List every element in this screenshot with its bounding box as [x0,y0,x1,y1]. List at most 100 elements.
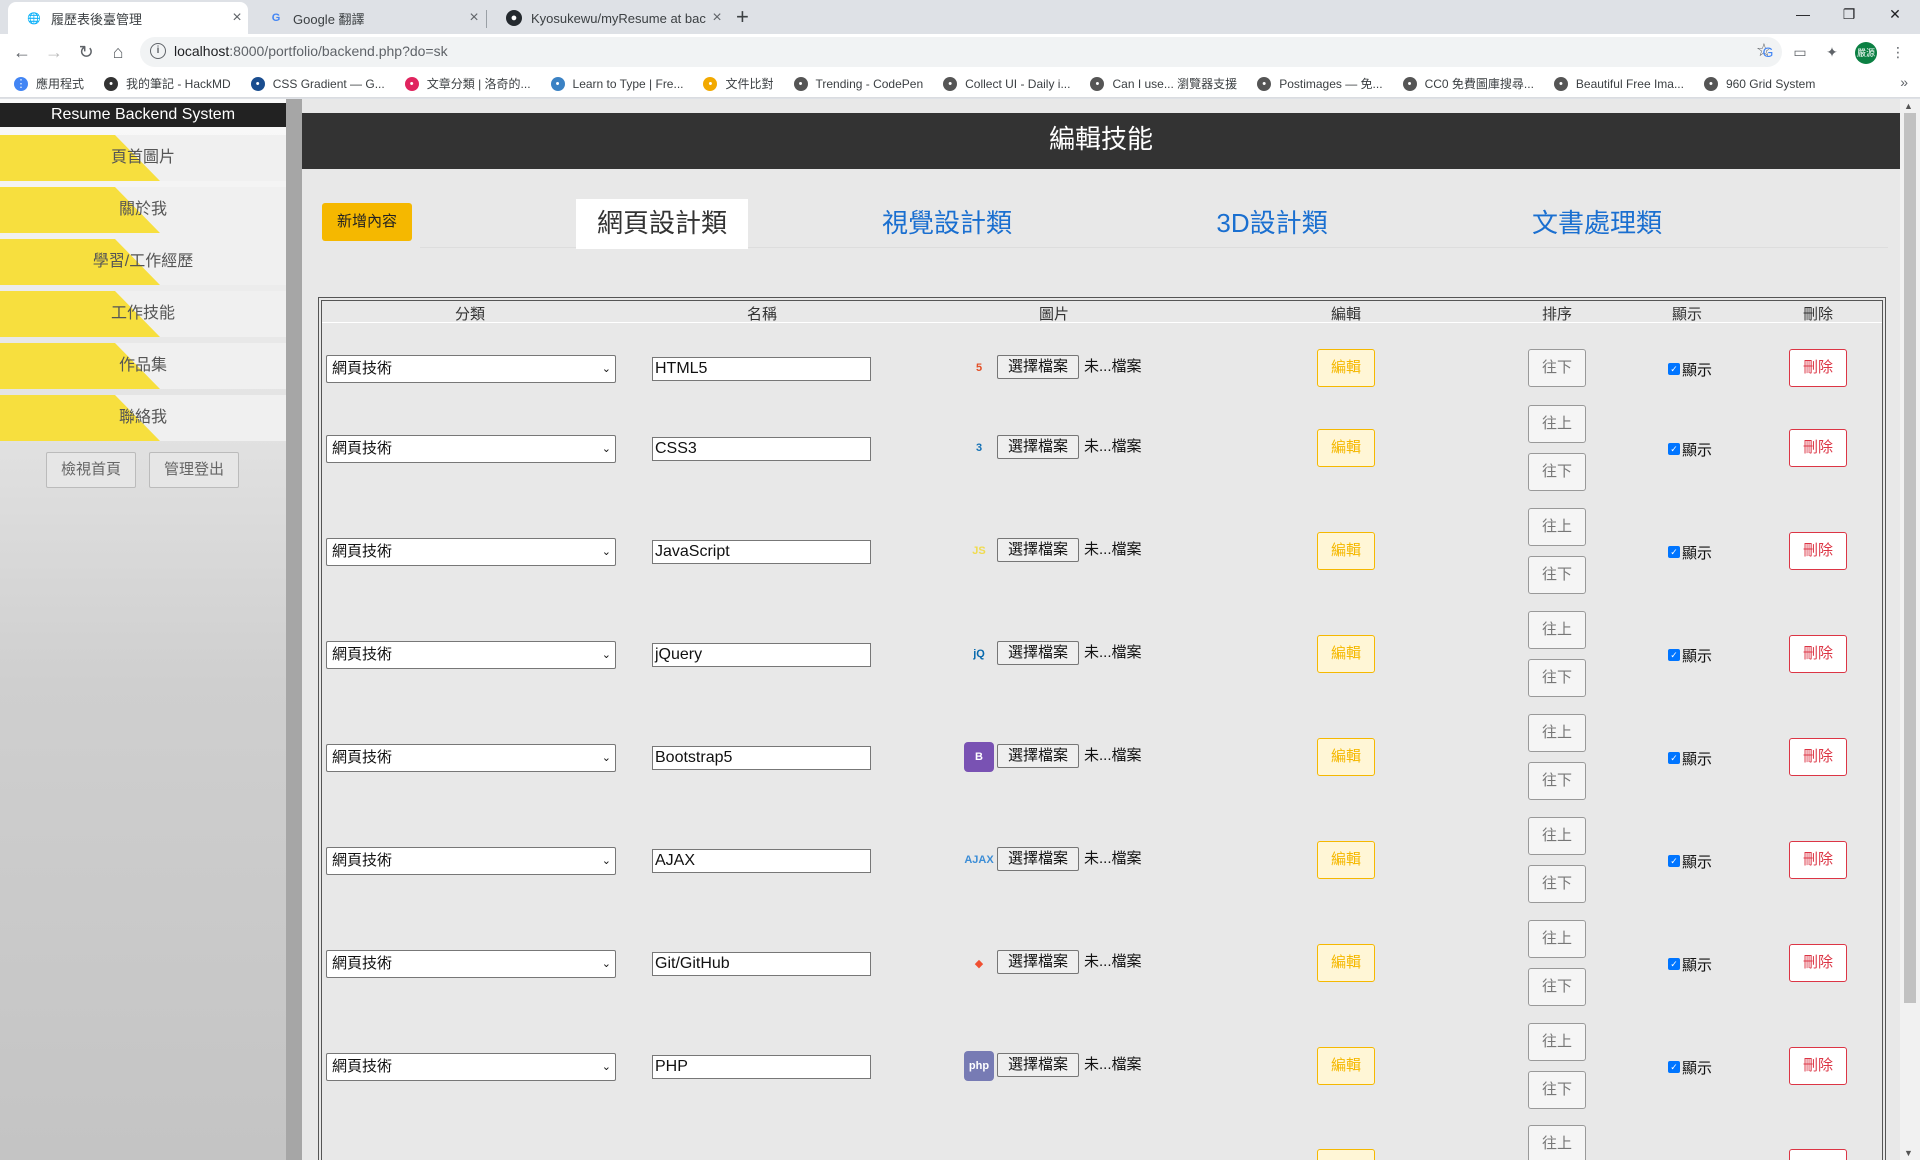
show-checkbox[interactable]: ✓ 顯示 [1668,952,1712,976]
close-window-icon[interactable]: ✕ [1872,0,1918,30]
bookmark-item[interactable]: • CC0 免費圖庫搜尋... [1402,75,1534,92]
edit-button[interactable]: 編輯 [1317,738,1375,776]
menu-kebab-icon[interactable]: ⋮ [1888,42,1908,62]
extensions-puzzle-icon[interactable]: ✦ [1822,42,1842,62]
choose-file-button[interactable]: 選擇檔案 [997,538,1079,562]
delete-button[interactable]: 刪除 [1789,841,1847,879]
choose-file-button[interactable]: 選擇檔案 [997,1053,1079,1077]
skill-name-input[interactable]: jQuery [652,643,871,667]
browser-tab-active[interactable]: 🌐 履歷表後臺管理 × [8,2,248,34]
sidebar-item-skills[interactable]: 工作技能 [0,291,286,337]
close-tab-icon[interactable]: × [226,9,248,27]
show-checkbox[interactable]: ✓ 顯示 [1668,849,1712,873]
tab-web-design[interactable]: 網頁設計類 [576,199,748,249]
cast-icon[interactable]: ▭ [1790,42,1810,62]
sidebar-item-header-image[interactable]: 頁首圖片 [0,135,286,181]
choose-file-button[interactable]: 選擇檔案 [997,435,1079,459]
sidebar-item-contact[interactable]: 聯絡我 [0,395,286,441]
bookmark-item[interactable]: • CSS Gradient — G... [250,76,385,91]
vertical-scrollbar[interactable]: ▲ ▼ [1900,99,1920,1160]
bookmark-item[interactable]: • Postimages — 免... [1257,75,1383,92]
move-up-button[interactable]: 往上 [1528,508,1586,546]
edit-button[interactable]: 編輯 [1317,944,1375,982]
move-down-button[interactable]: 往下 [1528,659,1586,697]
skill-name-input[interactable]: AJAX [652,849,871,873]
address-bar[interactable]: i localhost:8000/portfolio/backend.php?d… [140,37,1782,67]
bookmark-item[interactable]: ⋮ 應用程式 [14,75,84,92]
tab-document-processing[interactable]: 文書處理類 [1512,199,1682,249]
choose-file-button[interactable]: 選擇檔案 [997,355,1079,379]
choose-file-button[interactable]: 選擇檔案 [997,641,1079,665]
bookmark-item[interactable]: • 我的筆記 - HackMD [104,75,231,92]
category-select[interactable]: 網頁技術 ⌄ [326,355,616,383]
delete-button[interactable]: 刪除 [1789,738,1847,776]
show-checkbox[interactable]: ✓ 顯示 [1668,357,1712,381]
skill-name-input[interactable]: HTML5 [652,357,871,381]
browser-tab[interactable]: ● Kyosukewu/myResume at back × [488,2,728,34]
choose-file-button[interactable]: 選擇檔案 [997,744,1079,768]
bookmark-item[interactable]: • Collect UI - Daily i... [943,76,1070,91]
site-info-icon[interactable]: i [150,43,166,59]
show-checkbox[interactable]: ✓ 顯示 [1668,540,1712,564]
bookmark-item[interactable]: • Beautiful Free Ima... [1553,76,1684,91]
back-icon[interactable]: ← [10,40,34,64]
add-content-button[interactable]: 新增內容 [322,203,412,241]
skill-name-input[interactable]: JavaScript [652,540,871,564]
translate-extension-icon[interactable]: G [1758,42,1778,62]
logout-button[interactable]: 管理登出 [149,452,239,488]
move-up-button[interactable]: 往上 [1528,1125,1586,1160]
category-select[interactable]: 網頁技術 ⌄ [326,1053,616,1081]
edit-button[interactable]: 編輯 [1317,841,1375,879]
move-up-button[interactable]: 往上 [1528,920,1586,958]
category-select[interactable]: 網頁技術 ⌄ [326,435,616,463]
sidebar-item-about[interactable]: 關於我 [0,187,286,233]
edit-button[interactable]: 編輯 [1317,532,1375,570]
skill-name-input[interactable]: PHP [652,1055,871,1079]
move-down-button[interactable]: 往下 [1528,349,1586,387]
edit-button[interactable]: 編輯 [1317,1047,1375,1085]
scroll-down-icon[interactable]: ▼ [1904,1148,1913,1158]
show-checkbox[interactable]: ✓ 顯示 [1668,746,1712,770]
close-tab-icon[interactable]: × [706,9,728,27]
move-down-button[interactable]: 往下 [1528,968,1586,1006]
move-up-button[interactable]: 往上 [1528,405,1586,443]
delete-button[interactable]: 刪除 [1789,944,1847,982]
delete-button[interactable]: 刪除 [1789,429,1847,467]
sidebar-item-portfolio[interactable]: 作品集 [0,343,286,389]
choose-file-button[interactable]: 選擇檔案 [997,950,1079,974]
bookmark-item[interactable]: • 文件比對 [703,75,774,92]
move-up-button[interactable]: 往上 [1528,714,1586,752]
delete-button[interactable]: 刪除 [1789,1047,1847,1085]
sidebar-item-experience[interactable]: 學習/工作經歷 [0,239,286,285]
reload-icon[interactable]: ↻ [74,40,98,64]
category-select[interactable]: 網頁技術 ⌄ [326,744,616,772]
bookmark-item[interactable]: • 960 Grid System [1703,76,1815,91]
bookmark-item[interactable]: • Learn to Type | Fre... [550,76,683,91]
delete-button[interactable]: 刪除 [1789,349,1847,387]
move-down-button[interactable]: 往下 [1528,556,1586,594]
move-up-button[interactable]: 往上 [1528,1023,1586,1061]
delete-button[interactable]: 刪除 [1789,635,1847,673]
delete-button[interactable] [1789,1149,1847,1160]
minimize-icon[interactable]: — [1780,0,1826,30]
move-down-button[interactable]: 往下 [1528,865,1586,903]
scrollbar-thumb[interactable] [1904,113,1916,1003]
view-home-button[interactable]: 檢視首頁 [46,452,136,488]
category-select[interactable]: 網頁技術 ⌄ [326,538,616,566]
show-checkbox[interactable]: ✓ 顯示 [1668,1055,1712,1079]
edit-button[interactable]: 編輯 [1317,349,1375,387]
skill-name-input[interactable]: Git/GitHub [652,952,871,976]
restore-icon[interactable]: ❐ [1826,0,1872,30]
home-icon[interactable]: ⌂ [106,40,130,64]
choose-file-button[interactable]: 選擇檔案 [997,847,1079,871]
bookmark-item[interactable]: • 文章分類 | 洛奇的... [404,75,531,92]
category-select[interactable]: 網頁技術 ⌄ [326,847,616,875]
move-down-button[interactable]: 往下 [1528,453,1586,491]
browser-tab[interactable]: G Google 翻譯 × [250,2,485,34]
show-checkbox[interactable]: ✓ 顯示 [1668,437,1712,461]
tab-visual-design[interactable]: 視覺設計類 [862,199,1032,249]
move-up-button[interactable]: 往上 [1528,611,1586,649]
profile-avatar[interactable]: 嚴源 [1855,42,1877,64]
show-checkbox[interactable]: ✓ 顯示 [1668,643,1712,667]
delete-button[interactable]: 刪除 [1789,532,1847,570]
